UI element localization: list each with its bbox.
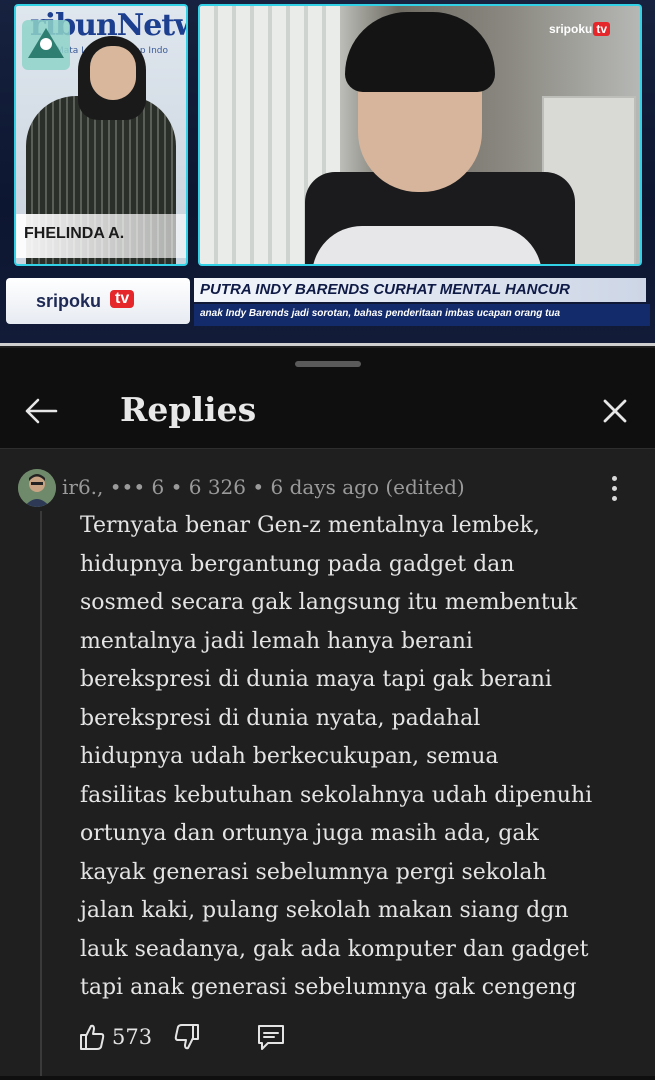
anchor-name: FHELINDA A. — [24, 225, 125, 242]
thumb-down-icon — [174, 1024, 199, 1050]
anchor-name-plate: FHELINDA A. — [16, 214, 186, 258]
channel-watermark-tv: tv — [593, 22, 610, 36]
avatar[interactable] — [18, 469, 56, 507]
news-ticker: sripoku tv PUTRA INDY BARENDS CURHAT MEN… — [6, 274, 652, 330]
more-vertical-icon-dot — [611, 495, 617, 501]
more-vertical-icon — [611, 475, 617, 481]
close-icon — [603, 399, 627, 423]
comment-meta: ir6., ••• 6 • 6 326 • 6 days ago (edited… — [62, 475, 465, 499]
anchor-camera-frame: ribunNetwo Mata Lokal Lengkap Indo FHELI… — [14, 4, 188, 266]
ticker-subheadline: anak Indy Barends jadi sorotan, bahas pe… — [194, 304, 650, 326]
guest-shirt — [312, 226, 542, 264]
bottom-edge — [0, 1076, 655, 1080]
reply-button[interactable] — [256, 1019, 286, 1055]
video-player[interactable]: ribunNetwo Mata Lokal Lengkap Indo FHELI… — [0, 0, 655, 346]
guest-hair — [345, 12, 495, 92]
sheet-title: Replies — [120, 390, 257, 429]
guest-camera-frame: sripoku tv — [198, 4, 642, 266]
video-progress-fill — [0, 343, 655, 346]
like-count: 573 — [112, 1025, 153, 1049]
ticker-logo: sripoku tv — [6, 278, 190, 324]
user-avatar-icon — [18, 469, 56, 507]
back-button[interactable] — [20, 390, 62, 432]
video-progress-bar[interactable] — [0, 343, 655, 346]
drag-handle[interactable] — [295, 361, 361, 367]
ticker-brand: sripoku — [36, 291, 102, 311]
channel-watermark-brand: sripoku — [548, 22, 593, 36]
more-vertical-icon-dot — [611, 485, 617, 491]
headline-text: PUTRA INDY BARENDS CURHAT MENTAL HANCUR — [200, 281, 570, 298]
close-button[interactable] — [594, 390, 636, 432]
dislike-button[interactable] — [173, 1019, 201, 1055]
comment-icon — [258, 1025, 284, 1050]
sheet-header: Replies — [0, 378, 655, 448]
replies-sheet: Replies ir6., ••• 6 • 6 326 • 6 days ago… — [0, 348, 655, 1080]
comment-actions: 573 — [78, 1019, 478, 1059]
more-options-button[interactable] — [602, 473, 626, 503]
ticker-headline: PUTRA INDY BARENDS CURHAT MENTAL HANCUR — [194, 278, 646, 302]
thread-line — [40, 511, 42, 1080]
channel-watermark: sripoku tv — [549, 22, 610, 36]
comment-text: Ternyata benar Gen-z mentalnya lembek, h… — [80, 513, 593, 1000]
like-button[interactable]: 573 — [78, 1019, 152, 1055]
arrow-left-icon — [25, 398, 58, 424]
anchor-face — [90, 46, 136, 100]
thumb-up-icon — [80, 1024, 105, 1050]
station-emblem-icon — [22, 20, 70, 70]
subheadline-text: anak Indy Barends jadi sorotan, bahas pe… — [200, 308, 561, 319]
comment-thread: ir6., ••• 6 • 6 326 • 6 days ago (edited… — [0, 449, 655, 1080]
ticker-tv-badge: tv — [110, 290, 135, 308]
